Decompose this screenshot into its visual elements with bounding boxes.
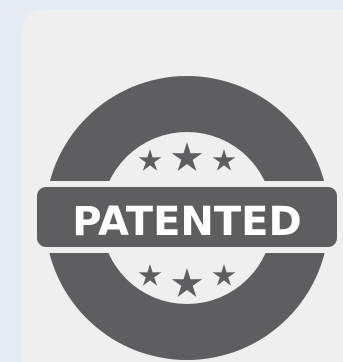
page: PATENTED	[0, 0, 343, 362]
seal-text: PATENTED	[72, 199, 301, 245]
patented-seal: PATENTED	[31, 76, 343, 360]
